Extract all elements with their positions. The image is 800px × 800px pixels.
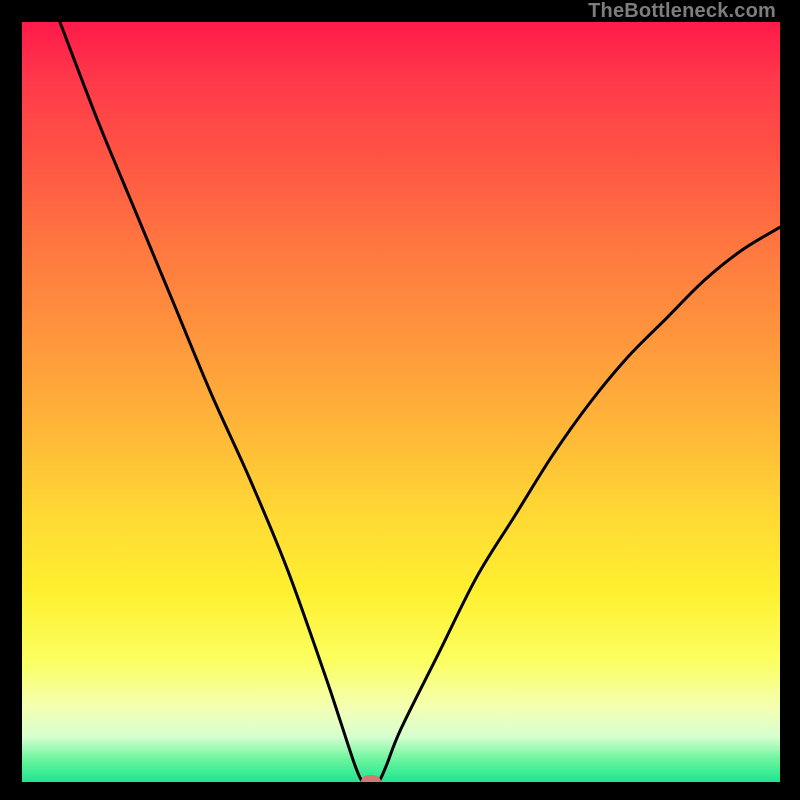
watermark-text: TheBottleneck.com (588, 0, 776, 23)
bottleneck-curve (22, 22, 780, 782)
chart-plot-area (22, 22, 780, 782)
chart-frame: TheBottleneck.com (0, 0, 800, 800)
optimal-point-marker (361, 775, 381, 782)
